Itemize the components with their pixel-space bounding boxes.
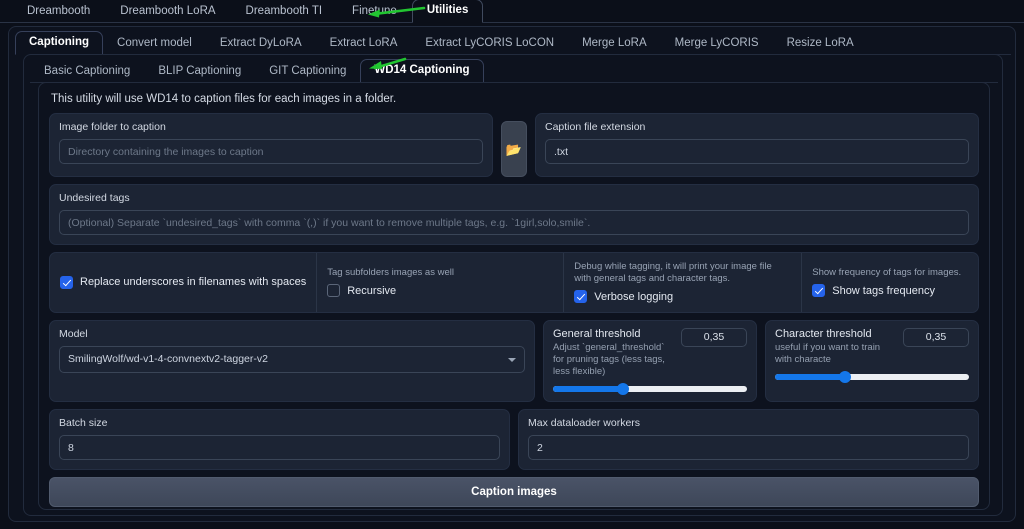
caption-images-button-label: Caption images bbox=[471, 486, 557, 498]
max-dataloader-workers-input[interactable] bbox=[528, 435, 969, 460]
slider-thumb[interactable] bbox=[838, 371, 851, 383]
primary-tab-bar: Dreambooth Dreambooth LoRA Dreambooth TI… bbox=[0, 0, 1024, 23]
tab-basic-captioning[interactable]: Basic Captioning bbox=[30, 60, 144, 83]
batch-size-block: Batch size bbox=[49, 409, 510, 470]
checkbox-icon bbox=[574, 290, 588, 303]
general-threshold-value[interactable]: 0,35 bbox=[681, 328, 747, 347]
replace-underscores-label: Replace underscores in filenames with sp… bbox=[80, 276, 307, 288]
recursive-cell: Tag subfolders images as well Recursive bbox=[317, 253, 565, 312]
tab-finetune[interactable]: Finetune bbox=[337, 0, 412, 23]
tertiary-tab-bar: Basic Captioning BLIP Captioning GIT Cap… bbox=[30, 59, 998, 83]
recursive-label: Recursive bbox=[347, 284, 397, 297]
checkbox-icon bbox=[812, 284, 826, 297]
general-threshold-subtitle: Adjust `general_threshold` for pruning t… bbox=[553, 342, 665, 377]
caption-extension-block: Caption file extension bbox=[535, 113, 979, 177]
secondary-tab-bar: Captioning Convert model Extract DyLoRA … bbox=[15, 31, 1011, 55]
tab-blip-captioning[interactable]: BLIP Captioning bbox=[144, 60, 255, 83]
checkbox-icon bbox=[327, 284, 341, 297]
undesired-tags-label: Undesired tags bbox=[59, 192, 130, 204]
image-folder-block: Image folder to caption bbox=[49, 113, 493, 177]
show-tags-frequency-label: Show tags frequency bbox=[832, 284, 935, 297]
batch-size-label: Batch size bbox=[59, 417, 108, 429]
character-threshold-block: Character threshold useful if you want t… bbox=[765, 320, 979, 402]
general-threshold-slider[interactable] bbox=[553, 383, 747, 395]
verbose-logging-hint: Debug while tagging, it will print your … bbox=[574, 261, 772, 284]
slider-fill bbox=[553, 386, 623, 392]
max-dataloader-workers-block: Max dataloader workers bbox=[518, 409, 979, 470]
tab-git-captioning[interactable]: GIT Captioning bbox=[255, 60, 360, 83]
options-row: Replace underscores in filenames with sp… bbox=[49, 252, 979, 313]
general-threshold-block: General threshold Adjust `general_thresh… bbox=[543, 320, 757, 402]
slider-fill bbox=[775, 374, 845, 380]
tab-resize-lora[interactable]: Resize LoRA bbox=[773, 32, 868, 55]
recursive-hint: Tag subfolders images as well bbox=[327, 267, 454, 278]
tab-convert-model[interactable]: Convert model bbox=[103, 32, 206, 55]
slider-thumb[interactable] bbox=[616, 383, 629, 395]
tab-dreambooth-ti[interactable]: Dreambooth TI bbox=[231, 0, 338, 23]
tab-merge-lycoris[interactable]: Merge LyCORIS bbox=[661, 32, 773, 55]
batch-and-workers-row: Batch size Max dataloader workers bbox=[49, 409, 979, 470]
utilities-panel: Captioning Convert model Extract DyLoRA … bbox=[8, 26, 1016, 522]
model-selected-value: SmilingWolf/wd-v1-4-convnextv2-tagger-v2 bbox=[68, 353, 268, 365]
image-folder-label: Image folder to caption bbox=[59, 121, 166, 133]
chevron-down-icon bbox=[508, 358, 516, 362]
show-tags-frequency-checkbox[interactable]: Show tags frequency bbox=[812, 284, 968, 297]
model-select[interactable]: SmilingWolf/wd-v1-4-convnextv2-tagger-v2 bbox=[59, 346, 525, 373]
verbose-logging-cell: Debug while tagging, it will print your … bbox=[564, 253, 803, 312]
open-folder-button[interactable]: 📂 bbox=[501, 121, 527, 177]
tab-extract-lycoris-locon[interactable]: Extract LyCORIS LoCON bbox=[411, 32, 568, 55]
captioning-panel: Basic Captioning BLIP Captioning GIT Cap… bbox=[23, 54, 1003, 516]
tab-extract-dylora[interactable]: Extract DyLoRA bbox=[206, 32, 316, 55]
replace-underscores-cell: Replace underscores in filenames with sp… bbox=[50, 253, 318, 312]
show-tags-frequency-hint: Show frequency of tags for images. bbox=[812, 267, 962, 278]
max-dataloader-workers-label: Max dataloader workers bbox=[528, 417, 641, 429]
verbose-logging-checkbox[interactable]: Verbose logging bbox=[574, 290, 791, 303]
undesired-tags-input[interactable] bbox=[59, 210, 969, 235]
tab-wd14-captioning[interactable]: WD14 Captioning bbox=[360, 59, 484, 83]
intro-text: This utility will use WD14 to caption fi… bbox=[51, 93, 397, 105]
folder-icon: 📂 bbox=[505, 141, 523, 157]
caption-extension-input[interactable] bbox=[545, 139, 969, 164]
character-threshold-value[interactable]: 0,35 bbox=[903, 328, 969, 347]
general-threshold-title: General threshold bbox=[553, 328, 641, 340]
tab-dreambooth-lora[interactable]: Dreambooth LoRA bbox=[105, 0, 230, 23]
character-threshold-slider[interactable] bbox=[775, 371, 969, 383]
character-threshold-title: Character threshold bbox=[775, 328, 872, 340]
recursive-checkbox[interactable]: Recursive bbox=[327, 284, 553, 297]
tab-extract-lora[interactable]: Extract LoRA bbox=[316, 32, 412, 55]
image-folder-input[interactable] bbox=[59, 139, 483, 164]
tab-merge-lora[interactable]: Merge LoRA bbox=[568, 32, 661, 55]
tab-captioning[interactable]: Captioning bbox=[15, 31, 104, 55]
caption-extension-label: Caption file extension bbox=[545, 121, 646, 133]
model-label: Model bbox=[59, 328, 88, 340]
replace-underscores-checkbox[interactable]: Replace underscores in filenames with sp… bbox=[60, 275, 307, 289]
wd14-captioning-content: This utility will use WD14 to caption fi… bbox=[38, 82, 990, 510]
model-and-thresholds-row: Model SmilingWolf/wd-v1-4-convnextv2-tag… bbox=[49, 320, 979, 402]
caption-images-button[interactable]: Caption images bbox=[49, 477, 979, 507]
undesired-tags-block: Undesired tags bbox=[49, 184, 979, 245]
model-block: Model SmilingWolf/wd-v1-4-convnextv2-tag… bbox=[49, 320, 535, 402]
folder-and-extension-row: Image folder to caption 📂 Caption file e… bbox=[49, 113, 979, 177]
verbose-logging-label: Verbose logging bbox=[594, 290, 674, 303]
tab-utilities[interactable]: Utilities bbox=[411, 0, 484, 23]
batch-size-input[interactable] bbox=[59, 435, 500, 460]
character-threshold-subtitle: useful if you want to train with charact… bbox=[775, 342, 881, 365]
checkbox-icon bbox=[60, 275, 73, 289]
show-tags-frequency-cell: Show frequency of tags for images. Show … bbox=[802, 253, 978, 312]
tab-dreambooth[interactable]: Dreambooth bbox=[12, 0, 105, 23]
